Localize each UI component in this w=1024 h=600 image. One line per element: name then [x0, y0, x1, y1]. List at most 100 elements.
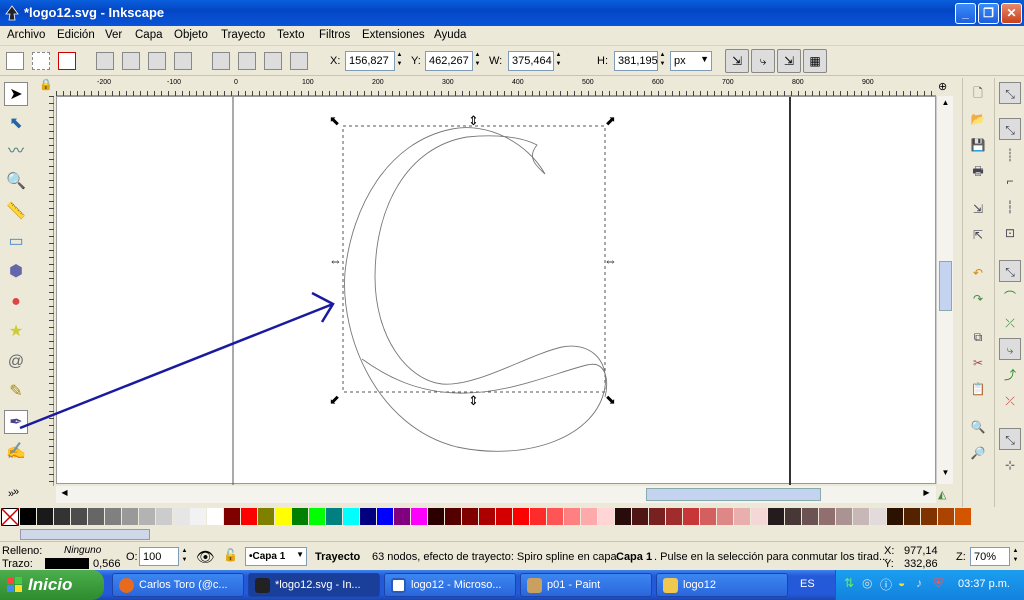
- color-swatch[interactable]: [853, 508, 869, 525]
- scale-corners-button[interactable]: ⤷: [751, 49, 775, 73]
- task-paint[interactable]: p01 - Paint: [520, 573, 652, 597]
- color-swatch[interactable]: [411, 508, 427, 525]
- raise-icon[interactable]: [264, 52, 282, 70]
- color-swatch[interactable]: [88, 508, 104, 525]
- snap-rotation-center-icon[interactable]: ⊹: [999, 454, 1021, 476]
- snap-toggle-icon[interactable]: ⤡: [999, 82, 1021, 104]
- color-swatch[interactable]: [156, 508, 172, 525]
- layer-select[interactable]: •Capa 1 ▼: [245, 547, 307, 566]
- color-swatch[interactable]: [37, 508, 53, 525]
- opacity-field[interactable]: 100: [139, 547, 179, 566]
- color-swatch[interactable]: [377, 508, 393, 525]
- menu-ver[interactable]: Ver: [105, 29, 122, 41]
- color-swatch[interactable]: [360, 508, 376, 525]
- menu-extensiones[interactable]: Extensiones: [362, 29, 425, 41]
- close-button[interactable]: ✕: [1001, 3, 1022, 24]
- raise-top-icon[interactable]: [290, 52, 308, 70]
- calligraphy-tool-icon[interactable]: ✍: [4, 440, 28, 464]
- color-swatch[interactable]: [598, 508, 614, 525]
- layer-lock-icon[interactable]: 🔓: [223, 548, 238, 562]
- selector-tool-icon[interactable]: ➤: [4, 82, 28, 106]
- snap-nodes-icon[interactable]: ⤡: [999, 260, 1021, 282]
- color-swatch[interactable]: [632, 508, 648, 525]
- w-field[interactable]: 375,464: [508, 51, 554, 71]
- rotate-cw-icon[interactable]: [122, 52, 140, 70]
- lower-icon[interactable]: [238, 52, 256, 70]
- color-swatch[interactable]: [445, 508, 461, 525]
- h-spinner[interactable]: ▲ ▼: [658, 51, 667, 71]
- color-swatch[interactable]: [326, 508, 342, 525]
- snap-bbox-center-icon[interactable]: ⊡: [999, 222, 1021, 244]
- color-swatch[interactable]: [207, 508, 223, 525]
- snap-smooth-icon[interactable]: ⤴: [999, 364, 1021, 386]
- select-all-icon[interactable]: [6, 52, 24, 70]
- snap-midpoints-icon[interactable]: ⤫: [999, 390, 1021, 412]
- snap-cusp-icon[interactable]: ⤷: [999, 338, 1021, 360]
- open-icon[interactable]: 📂: [967, 108, 989, 130]
- flip-vertical-icon[interactable]: [174, 52, 192, 70]
- color-swatch[interactable]: [938, 508, 954, 525]
- menu-archivo[interactable]: Archivo: [7, 29, 45, 41]
- rectangle-tool-icon[interactable]: ▭: [4, 230, 28, 254]
- node-tool-icon[interactable]: ⬉: [4, 112, 28, 136]
- color-swatch[interactable]: [139, 508, 155, 525]
- vertical-scroll-thumb[interactable]: [939, 261, 952, 311]
- cut-icon[interactable]: ✂: [967, 352, 989, 374]
- zoom-fit-icon[interactable]: ⊕: [938, 80, 954, 96]
- no-paint-icon[interactable]: [1, 508, 19, 526]
- export-icon[interactable]: ⇱: [967, 224, 989, 246]
- paste-icon[interactable]: 📋: [967, 378, 989, 400]
- color-swatch[interactable]: [717, 508, 733, 525]
- color-swatch[interactable]: [292, 508, 308, 525]
- tweak-tool-icon[interactable]: 〰: [4, 140, 28, 164]
- color-swatch[interactable]: [921, 508, 937, 525]
- color-swatch[interactable]: [666, 508, 682, 525]
- zoom-field[interactable]: 70%: [970, 547, 1010, 566]
- undo-icon[interactable]: ↶: [967, 262, 989, 284]
- measure-tool-icon[interactable]: 📏: [4, 200, 28, 224]
- color-swatch[interactable]: [615, 508, 631, 525]
- more-tools-bottom-icon[interactable]: »: [8, 488, 14, 500]
- zoom-selection-icon[interactable]: 🔍: [967, 416, 989, 438]
- scroll-up-icon[interactable]: ▲: [939, 98, 952, 111]
- color-swatch[interactable]: [887, 508, 903, 525]
- security-icon[interactable]: ⛨: [934, 576, 943, 591]
- selection-handles[interactable]: ⬉ ⬈ ⬋ ⬊ ⇕ ⇕ ⇔ ⇔: [329, 113, 617, 408]
- scroll-left-icon[interactable]: ◀: [58, 488, 71, 501]
- snap-bbox-corner-icon[interactable]: ⌐: [999, 170, 1021, 192]
- clock[interactable]: 03:37 p.m.: [958, 578, 1010, 590]
- new-document-icon[interactable]: 🗋: [967, 82, 989, 104]
- menu-objeto[interactable]: Objeto: [174, 29, 208, 41]
- color-swatch[interactable]: [768, 508, 784, 525]
- color-swatch[interactable]: [105, 508, 121, 525]
- task-inkscape[interactable]: *logo12.svg - In...: [248, 573, 380, 597]
- eye-icon[interactable]: 👁: [196, 548, 215, 566]
- print-icon[interactable]: 🖶: [967, 160, 989, 182]
- color-swatch[interactable]: [513, 508, 529, 525]
- guide-lock-icon[interactable]: 🔒: [36, 78, 56, 96]
- zoom-tool-icon[interactable]: 🔍: [4, 170, 28, 194]
- x-field[interactable]: 156,827: [345, 51, 395, 71]
- color-manage-icon[interactable]: ◭: [938, 488, 954, 504]
- color-swatch[interactable]: [802, 508, 818, 525]
- wifi-icon[interactable]: ◎: [862, 576, 872, 590]
- snap-bbox-icon[interactable]: ⤡: [999, 118, 1021, 140]
- color-swatch[interactable]: [343, 508, 359, 525]
- flip-horizontal-icon[interactable]: [148, 52, 166, 70]
- snap-bbox-edge-icon[interactable]: ┊: [999, 144, 1021, 166]
- color-swatch[interactable]: [955, 508, 971, 525]
- color-swatch[interactable]: [581, 508, 597, 525]
- color-swatch[interactable]: [54, 508, 70, 525]
- menu-capa[interactable]: Capa: [135, 29, 163, 41]
- snap-bbox-midpoint-icon[interactable]: ┆: [999, 196, 1021, 218]
- x-spinner[interactable]: ▲ ▼: [395, 51, 404, 71]
- color-swatch[interactable]: [71, 508, 87, 525]
- c-shape-inner-path[interactable]: [361, 358, 608, 398]
- color-swatch[interactable]: [496, 508, 512, 525]
- color-swatch[interactable]: [547, 508, 563, 525]
- color-swatch[interactable]: [649, 508, 665, 525]
- color-swatch[interactable]: [904, 508, 920, 525]
- color-swatch[interactable]: [20, 508, 36, 525]
- task-word[interactable]: logo12 - Microso...: [384, 573, 516, 597]
- color-swatch[interactable]: [479, 508, 495, 525]
